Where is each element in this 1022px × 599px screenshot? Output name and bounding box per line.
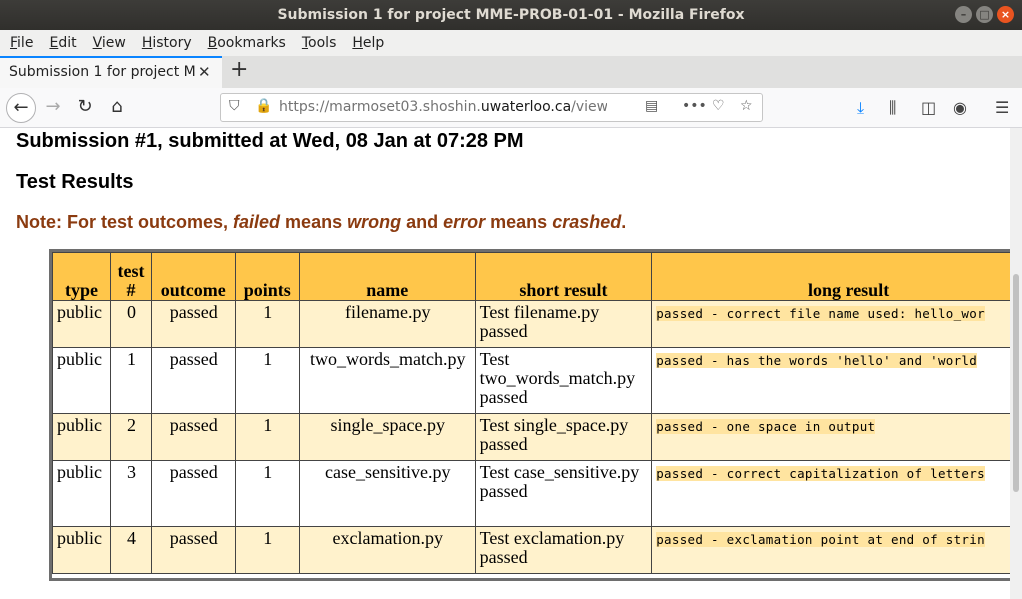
cell-points: 1 xyxy=(234,413,300,461)
cell-short-result: Test two_words_match.py passed xyxy=(474,347,653,414)
window-title: Submission 1 for project MME-PROB-01-01 … xyxy=(277,7,745,23)
cell-short-result: Test exclamation.py passed xyxy=(474,526,653,574)
results-heading: Test Results xyxy=(16,171,134,193)
col-header-type: type xyxy=(51,252,112,301)
cell-outcome: passed xyxy=(150,526,236,574)
forward-icon[interactable]: → xyxy=(39,93,67,121)
hamburger-menu-icon[interactable]: ☰ xyxy=(995,98,1009,117)
cell-name: filename.py xyxy=(298,300,476,348)
tab-strip: Submission 1 for project MME-PROB-01-01 … xyxy=(0,56,1022,88)
url-text[interactable]: https://marmoset03.shoshin.uwaterloo.ca/… xyxy=(279,99,607,115)
cell-name: exclamation.py xyxy=(298,526,476,574)
menu-help[interactable]: Help xyxy=(344,35,392,51)
menu-edit[interactable]: Edit xyxy=(41,35,84,51)
table-header-row: type test # outcome points name short re… xyxy=(51,252,1010,301)
cell-short-result: Test filename.py passed xyxy=(474,300,653,348)
home-icon[interactable]: ⌂ xyxy=(103,93,131,121)
cell-type: public xyxy=(51,413,112,461)
results-table: type test # outcome points name short re… xyxy=(51,252,1010,574)
cell-test-number: 0 xyxy=(110,300,152,348)
table-row: public 3 passed 1 case_sensitive.py Test… xyxy=(51,460,1010,527)
cell-long-result: passed - one space in output xyxy=(651,413,1010,461)
pocket-icon[interactable]: ♡ xyxy=(712,98,725,114)
table-row: public 4 passed 1 exclamation.py Test ex… xyxy=(51,526,1010,574)
cell-name: two_words_match.py xyxy=(298,347,476,414)
cell-name: single_space.py xyxy=(298,413,476,461)
reload-icon[interactable]: ↻ xyxy=(71,93,99,121)
scrollbar-thumb[interactable] xyxy=(1013,274,1019,492)
cell-outcome: passed xyxy=(150,413,236,461)
maximize-icon[interactable]: □ xyxy=(976,6,993,23)
back-icon[interactable]: ← xyxy=(6,93,36,123)
url-bar[interactable]: ⛉ 🔒 https://marmoset03.shoshin.uwaterloo… xyxy=(220,93,763,122)
cell-long-result: passed - exclamation point at end of str… xyxy=(651,526,1010,574)
cell-outcome: passed xyxy=(150,347,236,414)
col-header-test-number: test # xyxy=(110,252,152,301)
cell-short-result: Test single_space.py passed xyxy=(474,413,653,461)
cell-points: 1 xyxy=(234,300,300,348)
window-titlebar: Submission 1 for project MME-PROB-01-01 … xyxy=(0,0,1022,30)
cell-outcome: passed xyxy=(150,300,236,348)
results-table-frame: type test # outcome points name short re… xyxy=(49,249,1010,581)
outcome-note: Note: For test outcomes, failed means wr… xyxy=(16,212,627,232)
cell-short-result: Test case_sensitive.py passed xyxy=(474,460,653,527)
col-header-name: name xyxy=(298,252,476,301)
cell-type: public xyxy=(51,460,112,527)
cell-name: case_sensitive.py xyxy=(298,460,476,527)
table-row: public 1 passed 1 two_words_match.py Tes… xyxy=(51,347,1010,414)
menu-file[interactable]: File xyxy=(2,35,41,51)
shield-icon[interactable]: ⛉ xyxy=(229,98,240,114)
cell-points: 1 xyxy=(234,526,300,574)
menu-history[interactable]: History xyxy=(134,35,200,51)
close-tab-icon[interactable]: ✕ xyxy=(198,63,211,81)
cell-type: public xyxy=(51,300,112,348)
submission-heading: Submission #1, submitted at Wed, 08 Jan … xyxy=(16,130,524,152)
lock-icon[interactable]: 🔒 xyxy=(255,98,272,114)
navigation-bar: ← → ↻ ⌂ ⛉ 🔒 https://marmoset03.shoshin.u… xyxy=(0,88,1022,128)
menu-tools[interactable]: Tools xyxy=(294,35,345,51)
menu-view[interactable]: View xyxy=(85,35,134,51)
vertical-scrollbar[interactable] xyxy=(1010,128,1022,599)
account-icon[interactable]: ◉ xyxy=(953,98,967,117)
menu-bookmarks[interactable]: Bookmarks xyxy=(200,35,294,51)
col-header-long-result: long result xyxy=(651,252,1010,301)
cell-test-number: 1 xyxy=(110,347,152,414)
col-header-short-result: short result xyxy=(474,252,653,301)
cell-long-result: passed - correct capitalization of lette… xyxy=(651,460,1010,527)
cell-type: public xyxy=(51,347,112,414)
cell-test-number: 4 xyxy=(110,526,152,574)
cell-outcome: passed xyxy=(150,460,236,527)
tab-submission[interactable]: Submission 1 for project MME-PROB-01-01 … xyxy=(0,56,222,88)
sidebar-icon[interactable]: ◫ xyxy=(921,98,936,117)
col-header-outcome: outcome xyxy=(150,252,236,301)
cell-test-number: 3 xyxy=(110,460,152,527)
col-header-points: points xyxy=(234,252,300,301)
page-actions-icon[interactable]: ••• xyxy=(682,98,707,114)
close-window-icon[interactable]: × xyxy=(997,6,1014,23)
download-icon[interactable]: ⤓ xyxy=(857,98,864,118)
table-row: public 0 passed 1 filename.py Test filen… xyxy=(51,300,1010,348)
page-content: Submission #1, submitted at Wed, 08 Jan … xyxy=(0,128,1010,599)
menu-bar: File Edit View History Bookmarks Tools H… xyxy=(0,30,1022,56)
cell-points: 1 xyxy=(234,347,300,414)
bookmark-star-icon[interactable]: ☆ xyxy=(740,98,753,114)
cell-test-number: 2 xyxy=(110,413,152,461)
cell-type: public xyxy=(51,526,112,574)
minimize-icon[interactable]: – xyxy=(955,6,972,23)
new-tab-icon[interactable]: + xyxy=(230,57,248,82)
cell-points: 1 xyxy=(234,460,300,527)
cell-long-result: passed - has the words 'hello' and 'worl… xyxy=(651,347,1010,414)
reader-view-icon[interactable]: ▤ xyxy=(645,98,658,114)
table-row: public 2 passed 1 single_space.py Test s… xyxy=(51,413,1010,461)
tab-title: Submission 1 for project MME-PROB-01-01 xyxy=(9,64,195,80)
library-icon[interactable]: ⫼ xyxy=(889,98,896,118)
window-controls: – □ × xyxy=(955,6,1014,23)
cell-long-result: passed - correct file name used: hello_w… xyxy=(651,300,1010,348)
